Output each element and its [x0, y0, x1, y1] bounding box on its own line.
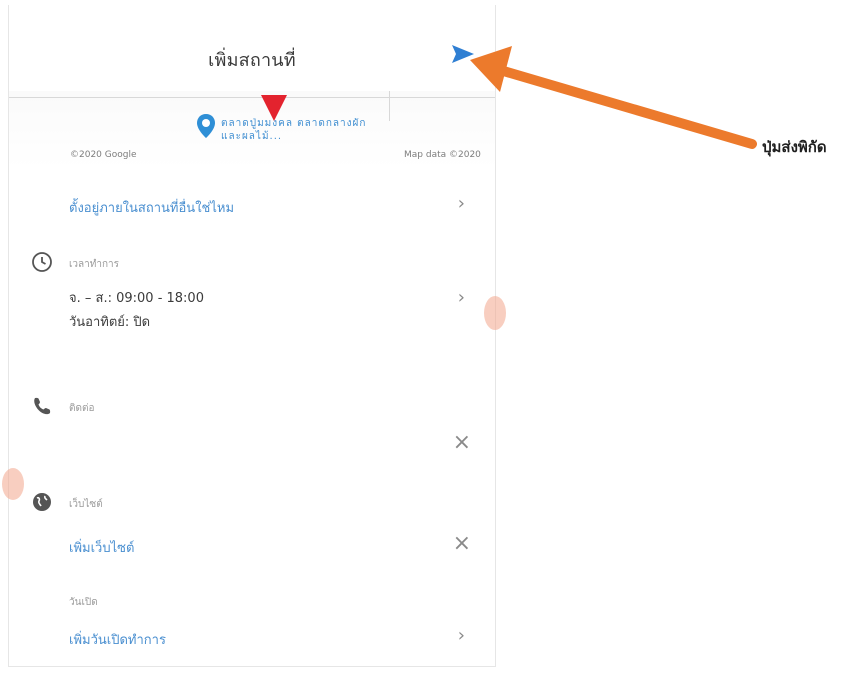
map-place-pin: [196, 113, 216, 143]
phone-label: ติดต่อ: [69, 403, 95, 414]
open-date-label: วันเปิด: [69, 597, 98, 608]
map-credit-google: ©2020 Google: [70, 150, 137, 160]
chevron-right-icon[interactable]: ›: [458, 193, 465, 214]
map-road: [389, 91, 390, 121]
chevron-right-icon[interactable]: ›: [458, 287, 465, 308]
hours-label: เวลาทำการ: [69, 259, 120, 270]
screenshot-stage: เพิ่มสถานที่ ตลาดปู่มมงคล ตลาดกลางผักและ…: [0, 0, 857, 673]
top-bar: เพิ่มสถานที่: [9, 5, 495, 87]
map-data-credit: Map data ©2020: [404, 150, 481, 160]
clock-icon: [31, 251, 53, 277]
phone-field-row[interactable]: ×: [9, 430, 495, 464]
globe-icon: [31, 491, 53, 517]
map-place-name: ตลาดปู่มมงคล ตลาดกลางผักและผลไม้...: [221, 118, 367, 142]
website-label: เว็บไซต์: [69, 499, 103, 510]
website-row[interactable]: เพิ่มเว็บไซต์ ×: [9, 531, 495, 563]
move-location-link[interactable]: ตั้งอยู่ภายในสถานที่อื่นใช่ไหม: [69, 197, 234, 218]
add-place-screen: เพิ่มสถานที่ ตลาดปู่มมงคล ตลาดกลางผักและ…: [8, 5, 496, 667]
annotation-label: ปุ่มส่งพิกัด: [762, 138, 827, 156]
hours-weekday: จ. – ส.: 09:00 - 18:00: [69, 291, 204, 306]
send-arrow-icon: [452, 45, 474, 63]
clear-phone-icon[interactable]: ×: [453, 430, 471, 455]
send-button[interactable]: [448, 39, 478, 69]
hours-row[interactable]: จ. – ส.: 09:00 - 18:00 วันอาทิตย์: ปิด ›: [9, 287, 495, 343]
hours-values: จ. – ส.: 09:00 - 18:00 วันอาทิตย์: ปิด: [69, 287, 204, 335]
phone-icon: [31, 395, 53, 421]
edge-smudge: [484, 296, 506, 330]
add-open-date-link[interactable]: เพิ่มวันเปิดทำการ: [69, 629, 166, 650]
page-title: เพิ่มสถานที่: [208, 50, 296, 71]
map-road: [9, 97, 495, 98]
clear-website-icon[interactable]: ×: [453, 531, 471, 556]
add-website-link[interactable]: เพิ่มเว็บไซต์: [69, 537, 134, 558]
move-location-row[interactable]: ตั้งอยู่ภายในสถานที่อื่นใช่ไหม ›: [9, 193, 495, 223]
edge-smudge: [2, 468, 24, 500]
open-date-row[interactable]: เพิ่มวันเปิดทำการ ›: [9, 625, 495, 655]
chevron-right-icon[interactable]: ›: [458, 625, 465, 646]
place-pin-icon: [197, 114, 215, 138]
hours-sunday: วันอาทิตย์: ปิด: [69, 315, 151, 330]
